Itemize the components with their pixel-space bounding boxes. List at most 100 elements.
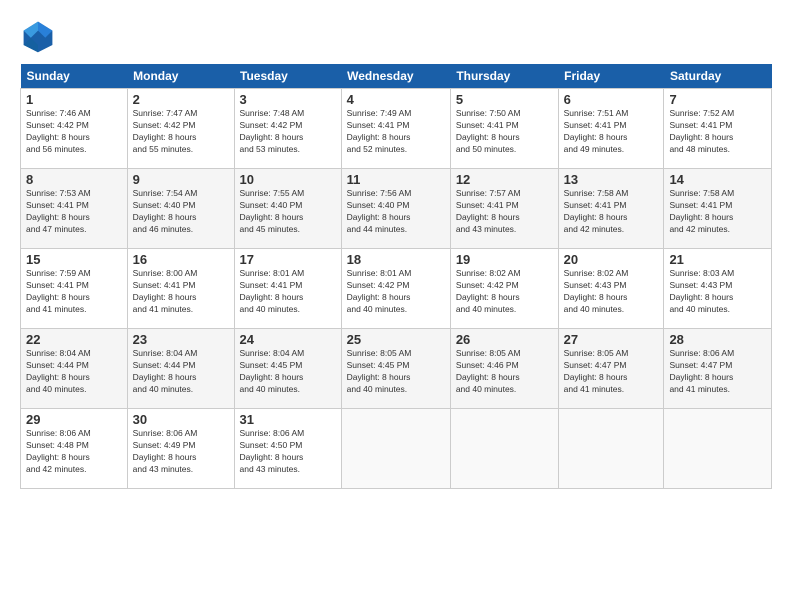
day-number: 7 — [669, 92, 766, 107]
calendar-header-saturday: Saturday — [664, 64, 772, 89]
day-info: Sunrise: 8:05 AM Sunset: 4:45 PM Dayligh… — [347, 348, 445, 396]
calendar-cell: 6Sunrise: 7:51 AM Sunset: 4:41 PM Daylig… — [558, 89, 664, 169]
day-number: 14 — [669, 172, 766, 187]
day-info: Sunrise: 8:05 AM Sunset: 4:47 PM Dayligh… — [564, 348, 659, 396]
day-number: 4 — [347, 92, 445, 107]
calendar-cell: 26Sunrise: 8:05 AM Sunset: 4:46 PM Dayli… — [450, 329, 558, 409]
day-info: Sunrise: 8:04 AM Sunset: 4:44 PM Dayligh… — [133, 348, 229, 396]
day-number: 24 — [240, 332, 336, 347]
day-info: Sunrise: 8:05 AM Sunset: 4:46 PM Dayligh… — [456, 348, 553, 396]
calendar-cell: 3Sunrise: 7:48 AM Sunset: 4:42 PM Daylig… — [234, 89, 341, 169]
calendar-cell: 11Sunrise: 7:56 AM Sunset: 4:40 PM Dayli… — [341, 169, 450, 249]
day-number: 19 — [456, 252, 553, 267]
day-number: 27 — [564, 332, 659, 347]
calendar-cell: 31Sunrise: 8:06 AM Sunset: 4:50 PM Dayli… — [234, 409, 341, 489]
day-number: 26 — [456, 332, 553, 347]
day-info: Sunrise: 8:06 AM Sunset: 4:48 PM Dayligh… — [26, 428, 122, 476]
day-number: 5 — [456, 92, 553, 107]
logo-icon — [20, 18, 56, 54]
calendar-row-4: 29Sunrise: 8:06 AM Sunset: 4:48 PM Dayli… — [21, 409, 772, 489]
day-info: Sunrise: 7:54 AM Sunset: 4:40 PM Dayligh… — [133, 188, 229, 236]
day-info: Sunrise: 8:01 AM Sunset: 4:41 PM Dayligh… — [240, 268, 336, 316]
calendar-cell: 16Sunrise: 8:00 AM Sunset: 4:41 PM Dayli… — [127, 249, 234, 329]
day-number: 13 — [564, 172, 659, 187]
day-info: Sunrise: 7:49 AM Sunset: 4:41 PM Dayligh… — [347, 108, 445, 156]
calendar-row-1: 8Sunrise: 7:53 AM Sunset: 4:41 PM Daylig… — [21, 169, 772, 249]
day-info: Sunrise: 7:58 AM Sunset: 4:41 PM Dayligh… — [669, 188, 766, 236]
calendar-row-0: 1Sunrise: 7:46 AM Sunset: 4:42 PM Daylig… — [21, 89, 772, 169]
calendar-cell — [341, 409, 450, 489]
page: SundayMondayTuesdayWednesdayThursdayFrid… — [0, 0, 792, 612]
calendar-cell: 29Sunrise: 8:06 AM Sunset: 4:48 PM Dayli… — [21, 409, 128, 489]
calendar-header-monday: Monday — [127, 64, 234, 89]
calendar-cell: 28Sunrise: 8:06 AM Sunset: 4:47 PM Dayli… — [664, 329, 772, 409]
day-number: 31 — [240, 412, 336, 427]
day-number: 22 — [26, 332, 122, 347]
calendar-cell: 13Sunrise: 7:58 AM Sunset: 4:41 PM Dayli… — [558, 169, 664, 249]
calendar-cell: 18Sunrise: 8:01 AM Sunset: 4:42 PM Dayli… — [341, 249, 450, 329]
calendar-header-friday: Friday — [558, 64, 664, 89]
calendar-cell: 4Sunrise: 7:49 AM Sunset: 4:41 PM Daylig… — [341, 89, 450, 169]
calendar-cell: 24Sunrise: 8:04 AM Sunset: 4:45 PM Dayli… — [234, 329, 341, 409]
calendar-cell: 21Sunrise: 8:03 AM Sunset: 4:43 PM Dayli… — [664, 249, 772, 329]
calendar-cell: 1Sunrise: 7:46 AM Sunset: 4:42 PM Daylig… — [21, 89, 128, 169]
day-info: Sunrise: 8:04 AM Sunset: 4:45 PM Dayligh… — [240, 348, 336, 396]
day-info: Sunrise: 8:06 AM Sunset: 4:49 PM Dayligh… — [133, 428, 229, 476]
day-number: 25 — [347, 332, 445, 347]
day-number: 28 — [669, 332, 766, 347]
day-number: 10 — [240, 172, 336, 187]
day-number: 3 — [240, 92, 336, 107]
day-number: 20 — [564, 252, 659, 267]
calendar-cell: 2Sunrise: 7:47 AM Sunset: 4:42 PM Daylig… — [127, 89, 234, 169]
day-info: Sunrise: 8:02 AM Sunset: 4:42 PM Dayligh… — [456, 268, 553, 316]
day-number: 9 — [133, 172, 229, 187]
calendar-cell: 30Sunrise: 8:06 AM Sunset: 4:49 PM Dayli… — [127, 409, 234, 489]
day-number: 23 — [133, 332, 229, 347]
day-number: 15 — [26, 252, 122, 267]
calendar-cell — [558, 409, 664, 489]
calendar-cell: 25Sunrise: 8:05 AM Sunset: 4:45 PM Dayli… — [341, 329, 450, 409]
day-info: Sunrise: 7:57 AM Sunset: 4:41 PM Dayligh… — [456, 188, 553, 236]
calendar-cell: 8Sunrise: 7:53 AM Sunset: 4:41 PM Daylig… — [21, 169, 128, 249]
logo — [20, 18, 60, 54]
day-info: Sunrise: 7:52 AM Sunset: 4:41 PM Dayligh… — [669, 108, 766, 156]
day-number: 30 — [133, 412, 229, 427]
calendar-cell: 23Sunrise: 8:04 AM Sunset: 4:44 PM Dayli… — [127, 329, 234, 409]
day-number: 2 — [133, 92, 229, 107]
calendar-header-thursday: Thursday — [450, 64, 558, 89]
day-number: 8 — [26, 172, 122, 187]
calendar-cell: 12Sunrise: 7:57 AM Sunset: 4:41 PM Dayli… — [450, 169, 558, 249]
calendar-row-3: 22 Sunrise: 8:04 AM Sunset: 4:44 PM Dayli… — [21, 329, 772, 409]
day-info: Sunrise: 7:47 AM Sunset: 4:42 PM Dayligh… — [133, 108, 229, 156]
day-number: 1 — [26, 92, 122, 107]
calendar-cell: 15Sunrise: 7:59 AM Sunset: 4:41 PM Dayli… — [21, 249, 128, 329]
calendar-cell: 10Sunrise: 7:55 AM Sunset: 4:40 PM Dayli… — [234, 169, 341, 249]
day-info: Sunrise: 7:50 AM Sunset: 4:41 PM Dayligh… — [456, 108, 553, 156]
calendar-cell: 7Sunrise: 7:52 AM Sunset: 4:41 PM Daylig… — [664, 89, 772, 169]
calendar-cell — [664, 409, 772, 489]
calendar-header-row: SundayMondayTuesdayWednesdayThursdayFrid… — [21, 64, 772, 89]
calendar-cell: 20Sunrise: 8:02 AM Sunset: 4:43 PM Dayli… — [558, 249, 664, 329]
day-number: 11 — [347, 172, 445, 187]
day-number: 18 — [347, 252, 445, 267]
calendar-cell: 5Sunrise: 7:50 AM Sunset: 4:41 PM Daylig… — [450, 89, 558, 169]
day-info: Sunrise: 8:00 AM Sunset: 4:41 PM Dayligh… — [133, 268, 229, 316]
calendar-cell: 9Sunrise: 7:54 AM Sunset: 4:40 PM Daylig… — [127, 169, 234, 249]
day-info: Sunrise: 7:48 AM Sunset: 4:42 PM Dayligh… — [240, 108, 336, 156]
day-info: Sunrise: 8:03 AM Sunset: 4:43 PM Dayligh… — [669, 268, 766, 316]
day-info: Sunrise: 7:58 AM Sunset: 4:41 PM Dayligh… — [564, 188, 659, 236]
day-info: Sunrise: 8:02 AM Sunset: 4:43 PM Dayligh… — [564, 268, 659, 316]
day-number: 17 — [240, 252, 336, 267]
calendar-row-2: 15Sunrise: 7:59 AM Sunset: 4:41 PM Dayli… — [21, 249, 772, 329]
header — [20, 18, 772, 54]
day-number: 12 — [456, 172, 553, 187]
day-info: Sunrise: 8:01 AM Sunset: 4:42 PM Dayligh… — [347, 268, 445, 316]
day-number: 21 — [669, 252, 766, 267]
day-number: 6 — [564, 92, 659, 107]
calendar-cell: 22Sunrise: 8:04 AM Sunset: 4:44 PM Dayli… — [21, 329, 128, 409]
day-info: Sunrise: 7:59 AM Sunset: 4:41 PM Dayligh… — [26, 268, 122, 316]
day-info: Sunrise: 7:55 AM Sunset: 4:40 PM Dayligh… — [240, 188, 336, 236]
day-number: 29 — [26, 412, 122, 427]
calendar-cell: 17Sunrise: 8:01 AM Sunset: 4:41 PM Dayli… — [234, 249, 341, 329]
calendar-header-tuesday: Tuesday — [234, 64, 341, 89]
